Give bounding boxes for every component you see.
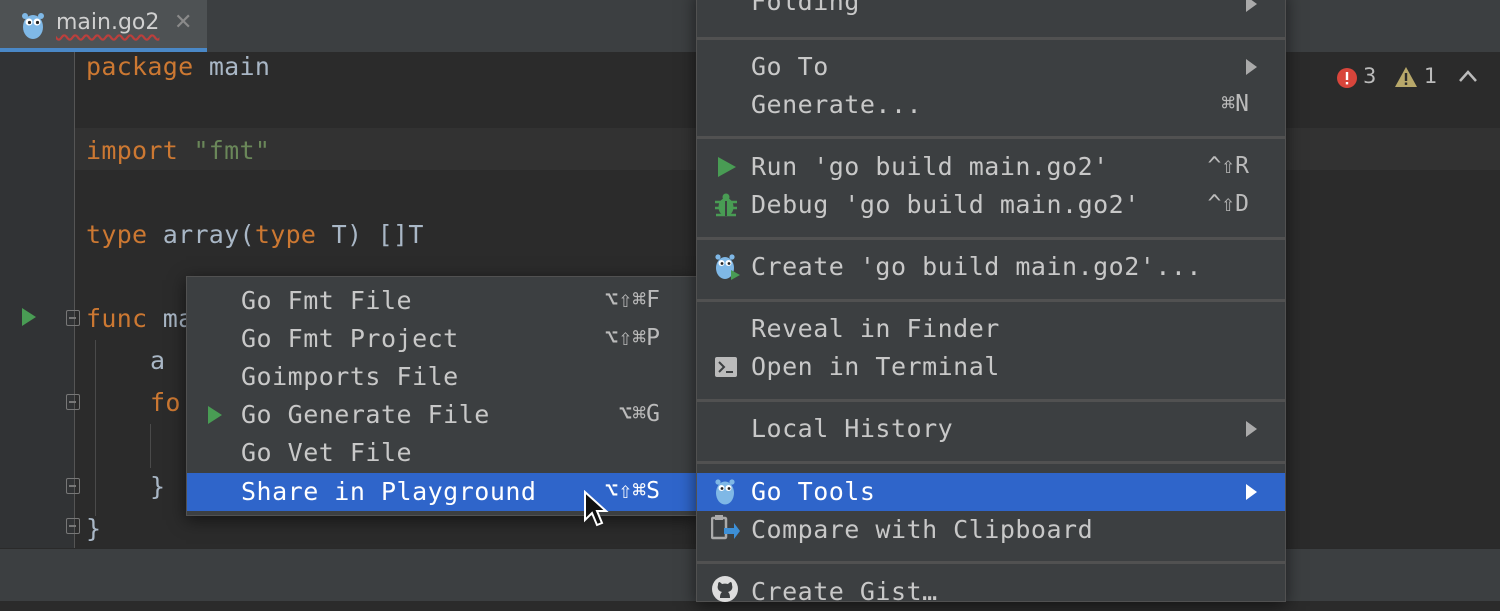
menu-item-create-gist[interactable]: Create Gist…	[697, 573, 1285, 611]
code-line-a: a	[150, 346, 166, 375]
menu-item-go-to[interactable]: Go To	[697, 48, 1285, 86]
menu-item-goimports-file[interactable]: Goimports File	[187, 358, 697, 396]
code-line-for: fo	[150, 388, 181, 417]
menu-item-go-fmt-project[interactable]: Go Fmt Project ⌥⇧⌘P	[187, 320, 697, 358]
fold-toggle-icon[interactable]	[66, 310, 80, 326]
code-line-type: type array(type T) []T	[86, 220, 424, 249]
menu-item-go-fmt-file[interactable]: Go Fmt File ⌥⇧⌘F	[187, 282, 697, 320]
menu-separator	[697, 561, 1285, 564]
menu-separator	[697, 399, 1285, 402]
menu-item-go-vet-file[interactable]: Go Vet File	[187, 434, 697, 472]
code-line-import: import "fmt"	[86, 136, 271, 165]
editor-context-menu: Folding Go To Generate... ⌘N Run 'go bui…	[696, 0, 1286, 606]
error-count[interactable]: 3	[1363, 64, 1376, 88]
warning-count[interactable]: 1	[1424, 64, 1437, 88]
menu-separator	[697, 299, 1285, 302]
chevron-up-icon[interactable]	[1458, 68, 1478, 88]
menu-separator	[697, 37, 1285, 40]
menu-item-local-history[interactable]: Local History	[697, 410, 1285, 448]
code-line-close-outer: }	[86, 514, 102, 543]
submenu-arrow-icon	[1246, 484, 1257, 500]
menu-item-generate[interactable]: Generate... ⌘N	[697, 86, 1285, 124]
menu-separator	[697, 237, 1285, 240]
fold-toggle-icon[interactable]	[66, 478, 80, 494]
indent-guide	[95, 340, 96, 516]
menu-item-share-in-playground[interactable]: Share in Playground ⌥⇧⌘S	[187, 473, 697, 511]
gopher-run-icon	[713, 250, 741, 286]
code-line-package: package main	[86, 52, 271, 81]
fold-toggle-icon[interactable]	[66, 518, 80, 534]
menu-separator	[697, 136, 1285, 139]
gopher-icon	[713, 476, 737, 510]
menu-item-go-tools[interactable]: Go Tools	[697, 473, 1285, 511]
tab-label: main.go2	[56, 10, 160, 35]
code-line-close-inner: }	[150, 472, 166, 501]
close-icon[interactable]: ✕	[174, 10, 192, 35]
menu-item-debug[interactable]: Debug 'go build main.go2' ^⇧D	[697, 186, 1285, 224]
menu-item-create-config[interactable]: Create 'go build main.go2'...	[697, 248, 1285, 286]
menu-item-run[interactable]: Run 'go build main.go2' ^⇧R	[697, 148, 1285, 186]
menu-item-open-in-terminal[interactable]: Open in Terminal	[697, 348, 1285, 386]
compare-icon	[710, 514, 741, 548]
indent-guide	[150, 424, 151, 468]
submenu-arrow-icon	[1246, 59, 1257, 75]
debug-bug-icon	[713, 192, 739, 222]
code-line-func: func ma	[86, 304, 194, 333]
run-icon	[717, 156, 737, 182]
menu-item-folding[interactable]: Folding	[697, 0, 1285, 29]
run-gutter-icon[interactable]	[20, 306, 38, 332]
menu-separator	[697, 461, 1285, 464]
menu-item-reveal-in-finder[interactable]: Reveal in Finder	[697, 310, 1285, 348]
warning-icon[interactable]	[1394, 66, 1418, 92]
error-icon[interactable]	[1336, 67, 1358, 93]
submenu-arrow-icon	[1246, 421, 1257, 437]
submenu-arrow-icon	[1246, 0, 1257, 12]
menu-item-go-generate-file[interactable]: Go Generate File ⌥⌘G	[187, 396, 697, 434]
fold-toggle-icon[interactable]	[66, 394, 80, 410]
github-icon	[711, 575, 739, 607]
terminal-icon	[715, 357, 737, 381]
run-icon	[207, 405, 223, 429]
editor-gutter	[0, 52, 75, 548]
go-tools-submenu: Go Fmt File ⌥⇧⌘F Go Fmt Project ⌥⇧⌘P Goi…	[186, 276, 698, 516]
mouse-cursor-icon	[583, 489, 609, 532]
tab-main-go2[interactable]: main.go2 ✕	[0, 0, 207, 52]
gopher-icon	[20, 10, 46, 44]
menu-item-compare-with-clipboard[interactable]: Compare with Clipboard	[697, 511, 1285, 549]
